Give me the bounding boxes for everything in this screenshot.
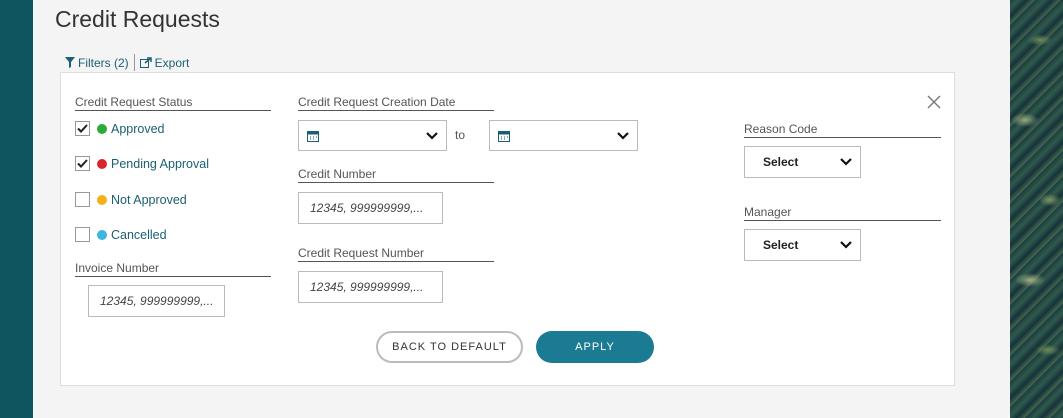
filters-toggle[interactable]: Filters (2) <box>65 56 129 70</box>
filters-label: Filters (2) <box>78 55 129 70</box>
filter-panel: Credit Request Status Approved Pending A… <box>60 72 955 386</box>
page-title: Credit Requests <box>55 6 220 32</box>
background-foliage-image <box>1010 0 1063 418</box>
status-option-pending[interactable]: Pending Approval <box>75 156 209 171</box>
date-from-select[interactable] <box>298 120 447 151</box>
chevron-down-icon <box>840 158 852 166</box>
date-to-select[interactable] <box>489 120 638 151</box>
status-dot-green <box>97 123 107 134</box>
reason-code-selected: Select <box>763 155 799 169</box>
credit-number-input[interactable]: 12345, 999999999,... <box>298 192 443 224</box>
reason-code-section-label: Reason Code <box>744 122 941 138</box>
close-icon[interactable] <box>926 94 942 110</box>
left-background-strip <box>0 0 33 418</box>
pending-checkbox[interactable] <box>75 156 90 171</box>
apply-button[interactable]: APPLY <box>536 331 654 363</box>
not-approved-label: Not Approved <box>111 192 187 207</box>
filter-icon <box>65 57 75 68</box>
manager-select[interactable]: Select <box>744 229 861 261</box>
chevron-down-icon <box>617 131 629 140</box>
reason-code-select[interactable]: Select <box>744 146 861 178</box>
chevron-down-icon <box>840 241 852 249</box>
chevron-down-icon <box>426 131 438 140</box>
export-link[interactable]: Export <box>139 55 190 70</box>
toolbar-divider <box>133 54 135 71</box>
creation-date-section-label: Credit Request Creation Date <box>298 95 494 111</box>
main-content: Credit Requests Filters (2) Export Credi… <box>33 0 1010 418</box>
not-approved-checkbox[interactable] <box>75 192 90 207</box>
approved-checkbox[interactable] <box>75 121 90 136</box>
check-icon <box>77 159 88 168</box>
invoice-section-label: Invoice Number <box>75 261 271 277</box>
check-icon <box>77 124 88 133</box>
date-range-to-label: to <box>455 128 466 142</box>
status-section-label: Credit Request Status <box>75 95 271 111</box>
export-icon <box>139 57 152 68</box>
cancelled-checkbox[interactable] <box>75 227 90 242</box>
status-option-cancelled[interactable]: Cancelled <box>75 227 167 242</box>
invoice-number-input[interactable]: 12345, 999999999,... <box>88 285 225 317</box>
calendar-icon <box>498 130 510 142</box>
pending-label: Pending Approval <box>111 156 209 171</box>
credit-request-number-section-label: Credit Request Number <box>298 246 494 262</box>
status-option-approved[interactable]: Approved <box>75 121 165 136</box>
back-to-default-button[interactable]: BACK TO DEFAULT <box>376 331 523 363</box>
filter-toolbar: Filters (2) Export <box>65 54 189 71</box>
status-dot-red <box>97 158 107 169</box>
manager-section-label: Manager <box>744 205 941 221</box>
credit-number-section-label: Credit Number <box>298 167 494 183</box>
credit-request-number-input[interactable]: 12345, 999999999,... <box>298 271 443 303</box>
manager-selected: Select <box>763 238 799 252</box>
approved-label: Approved <box>111 121 165 136</box>
cancelled-label: Cancelled <box>111 227 167 242</box>
export-label: Export <box>154 55 190 70</box>
calendar-icon <box>307 130 319 142</box>
status-dot-blue <box>97 229 107 240</box>
status-dot-yellow <box>97 194 107 205</box>
status-option-not-approved[interactable]: Not Approved <box>75 192 187 207</box>
